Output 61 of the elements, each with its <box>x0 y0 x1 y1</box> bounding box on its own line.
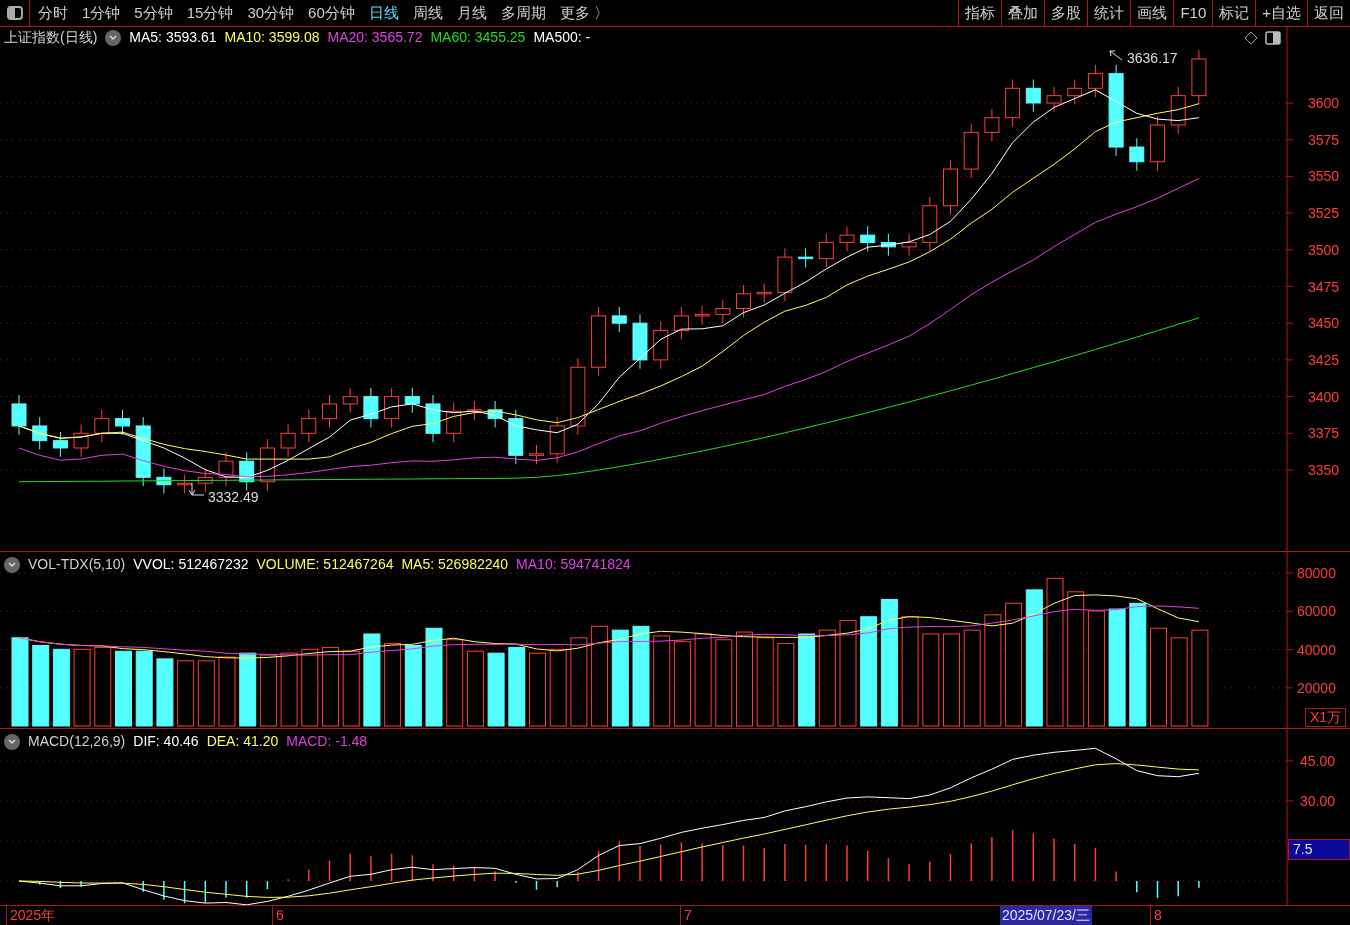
indicator-value: MA5: 3593.61 <box>129 28 217 47</box>
period-tab[interactable]: 1分钟 <box>82 1 121 25</box>
indicator-value: DEA: 41.20 <box>206 732 279 751</box>
period-tab[interactable]: 15分钟 <box>186 1 234 25</box>
axis-label: 3575 <box>1308 131 1340 148</box>
toolbar-button[interactable]: 叠加 <box>1002 0 1046 26</box>
toolbar-button[interactable]: 返回 <box>1308 0 1350 26</box>
indicator-value: DIF: 40.46 <box>133 732 199 751</box>
indicator-value: MA500: - <box>533 28 591 47</box>
indicator-value: MA20: 3565.72 <box>327 28 423 47</box>
axis-label: 3500 <box>1308 241 1340 258</box>
axis-label: 80000 <box>1297 565 1336 581</box>
indicator-value: MA10: 594741824 <box>516 555 631 574</box>
indicator-value: MA60: 3455.25 <box>430 28 526 47</box>
axis-label: 3600 <box>1308 95 1340 111</box>
indicator-value: VVOL: 512467232 <box>133 555 249 574</box>
period-tab[interactable]: 分时 <box>38 1 68 25</box>
axis-label: 3350 <box>1308 462 1340 478</box>
date-label: 6 <box>272 906 284 925</box>
period-tab[interactable]: 多周期 <box>500 1 546 25</box>
indicator-value: VOLUME: 512467264 <box>256 555 394 574</box>
toolbar-button[interactable]: 指标 <box>959 0 1003 26</box>
period-tab[interactable]: 周线 <box>412 1 443 25</box>
date-label: 8 <box>1150 906 1162 925</box>
axis-label: 3550 <box>1308 168 1340 185</box>
cursor-date-label: 2025/07/23/三 <box>1000 906 1092 925</box>
low-price-label: 3332.49 <box>208 489 259 505</box>
axis-label: 45.00 <box>1300 753 1336 769</box>
axis-label: 60000 <box>1297 603 1336 620</box>
date-label: 7 <box>680 906 692 925</box>
toolbar-button[interactable]: 画线 <box>1131 0 1175 26</box>
indicator-title: VOL-TDX(5,10) <box>28 555 126 574</box>
axis-label: 3400 <box>1308 388 1340 405</box>
period-tab[interactable]: 60分钟 <box>308 1 355 25</box>
axis-label: 3475 <box>1308 278 1340 295</box>
period-tab[interactable]: 更多 〉 <box>559 1 609 25</box>
indicator-title: MACD(12,26,9) <box>28 732 126 751</box>
axis-label: 3375 <box>1308 425 1340 442</box>
toolbar-button[interactable]: 统计 <box>1088 0 1132 26</box>
axis-label: 20000 <box>1297 679 1336 696</box>
axis-label: 40000 <box>1297 641 1336 658</box>
period-tab[interactable]: 30分钟 <box>247 1 295 25</box>
axis-label: 3450 <box>1308 315 1340 332</box>
unit-label: X1万 <box>1304 708 1346 727</box>
toolbar-button[interactable]: 标记 <box>1213 0 1257 26</box>
high-price-label: 3636.17 <box>1127 50 1178 66</box>
toolbar-button[interactable]: 多股 <box>1045 0 1089 26</box>
period-tab[interactable]: 5分钟 <box>134 1 173 25</box>
toolbar-button[interactable]: +自选 <box>1256 0 1308 26</box>
period-tab[interactable]: 日线 <box>368 1 399 25</box>
indicator-value: MA10: 3599.08 <box>224 28 320 47</box>
indicator-value: MA5: 526982240 <box>401 555 509 574</box>
axis-label: 3525 <box>1308 205 1340 222</box>
indicator-value: MACD: -1.48 <box>286 732 368 751</box>
index-title: 上证指数(日线) <box>4 28 98 47</box>
cursor-value-label: 7.5 <box>1288 839 1350 860</box>
axis-label: 3425 <box>1308 351 1340 368</box>
toolbar-button[interactable]: F10 <box>1174 0 1214 26</box>
period-tab[interactable]: 月线 <box>456 1 487 25</box>
date-label: 2025年 <box>6 906 56 925</box>
axis-label: 30.00 <box>1300 793 1336 809</box>
